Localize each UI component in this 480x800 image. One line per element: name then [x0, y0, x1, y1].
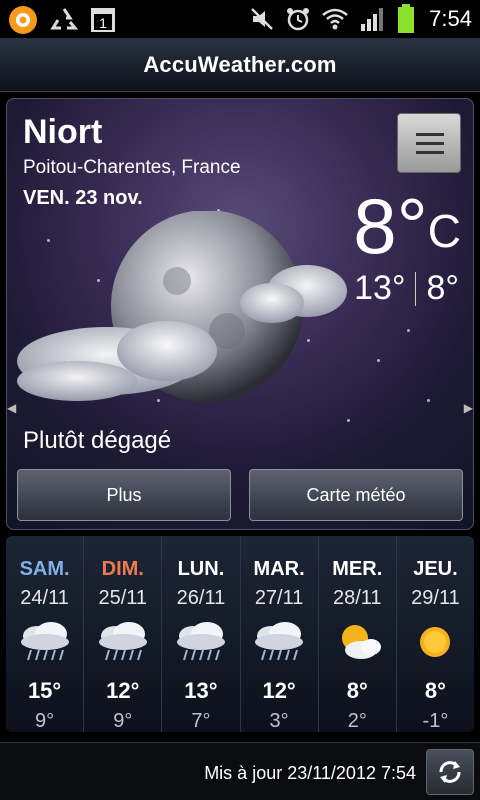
- forecast-high: 15°: [27, 678, 62, 703]
- forecast-high: 12°: [262, 678, 296, 703]
- rain-cloud-icon: [251, 620, 307, 664]
- calendar-icon: 1: [91, 8, 115, 32]
- forecast-day-name: MER.: [332, 558, 383, 580]
- forecast-date: 24/11: [20, 587, 69, 609]
- app-header: AccuWeather.com: [0, 38, 480, 92]
- recycle-icon: [50, 8, 78, 30]
- current-temperature: 8°C: [353, 187, 461, 265]
- forecast-date: 29/11: [411, 587, 460, 609]
- wifi-icon: [322, 8, 348, 30]
- condition-text: Plutôt dégagé: [23, 427, 172, 454]
- previous-arrow-icon[interactable]: ◀: [7, 401, 16, 415]
- forecast-day[interactable]: DIM. 25/11 12° 9°: [84, 536, 163, 732]
- forecast-low: -1°: [422, 710, 449, 732]
- svg-text:1: 1: [99, 15, 107, 31]
- forecast-strip: SAM. 24/11 15° 9° DIM. 25/11 12° 9° LUN. 26/11 13°…: [6, 536, 474, 732]
- low-temperature: 8°: [426, 269, 459, 307]
- last-updated: Mis à jour 23/11/2012 7:54: [204, 763, 416, 783]
- high-low-temperatures: 13° 8°: [354, 269, 459, 308]
- forecast-date: 26/11: [176, 587, 226, 609]
- rain-cloud-icon: [173, 620, 229, 664]
- signal-icon: [361, 8, 384, 31]
- more-button[interactable]: Plus: [17, 469, 231, 521]
- menu-button[interactable]: [397, 113, 461, 173]
- forecast-day[interactable]: SAM. 24/11 15° 9°: [6, 536, 85, 732]
- rain-cloud-icon: [17, 620, 73, 664]
- battery-icon: [398, 4, 415, 33]
- current-date: VEN. 23 nov.: [23, 187, 143, 209]
- forecast-day-name: DIM.: [101, 558, 144, 580]
- forecast-day[interactable]: MER. 28/11 8° 2°: [319, 536, 397, 732]
- brand-logo: AccuWeather.com: [143, 52, 337, 77]
- sun-cloud-icon: [329, 620, 385, 664]
- forecast-day[interactable]: MAR. 27/11 12° 3°: [241, 536, 319, 732]
- next-arrow-icon[interactable]: ▶: [464, 401, 473, 415]
- forecast-day-name: LUN.: [177, 558, 225, 580]
- region-name: Poitou-Charentes, France: [23, 157, 241, 178]
- weather-map-button[interactable]: Carte météo: [249, 469, 463, 521]
- moon-clouds-icon: [17, 211, 347, 402]
- forecast-date: 25/11: [98, 587, 148, 609]
- forecast-date: 27/11: [254, 587, 304, 609]
- forecast-high: 8°: [424, 678, 446, 703]
- forecast-low: 2°: [347, 710, 367, 732]
- forecast-day-name: SAM.: [19, 558, 70, 580]
- alarm-icon: [287, 8, 310, 31]
- forecast-low: 9°: [35, 710, 55, 732]
- city-name: Niort: [23, 113, 103, 151]
- forecast-high: 12°: [106, 678, 140, 703]
- rain-cloud-icon: [95, 620, 151, 664]
- forecast-date: 28/11: [332, 587, 382, 609]
- forecast-low: 7°: [191, 710, 211, 732]
- refresh-icon: [439, 761, 461, 783]
- temperature-unit: C: [427, 205, 461, 257]
- high-temperature: 13°: [354, 269, 406, 307]
- current-conditions-card: Niort Poitou-Charentes, France VEN. 23 n…: [6, 98, 474, 530]
- status-bar: 1 7:54: [0, 0, 480, 38]
- forecast-day[interactable]: JEU. 29/11 8° -1°: [397, 536, 474, 732]
- forecast-low: 9°: [113, 710, 133, 732]
- forecast-day-name: MAR.: [253, 558, 305, 580]
- clock: 7:54: [429, 6, 472, 31]
- footer-bar: Mis à jour 23/11/2012 7:54: [0, 742, 480, 800]
- sun-icon: [407, 620, 463, 664]
- forecast-day[interactable]: LUN. 26/11 13° 7°: [162, 536, 241, 732]
- forecast-day-name: JEU.: [413, 558, 458, 580]
- orange-app-icon: [9, 6, 37, 34]
- forecast-high: 13°: [184, 678, 218, 703]
- mute-icon: [251, 8, 274, 30]
- forecast-high: 8°: [346, 678, 368, 703]
- divider: [415, 271, 417, 306]
- refresh-button[interactable]: [426, 749, 474, 795]
- forecast-low: 3°: [269, 710, 289, 732]
- temperature-value: 8°: [353, 182, 428, 270]
